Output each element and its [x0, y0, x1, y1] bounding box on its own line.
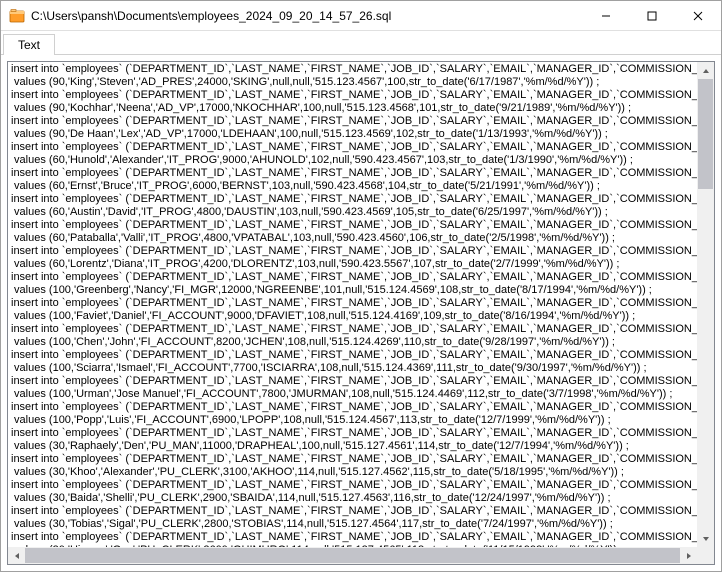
sql-line: values (90,'King','Steven','AD_PRES',240… [11, 76, 694, 89]
sql-line: insert into `employees` (`DEPARTMENT_ID`… [11, 375, 694, 388]
sql-line: insert into `employees` (`DEPARTMENT_ID`… [11, 245, 694, 258]
sql-line: insert into `employees` (`DEPARTMENT_ID`… [11, 271, 694, 284]
sql-line: values (30,'Raphaely','Den','PU_MAN',110… [11, 440, 694, 453]
sql-line: values (100,'Urman','Jose Manuel','FI_AC… [11, 388, 694, 401]
sql-line: insert into `employees` (`DEPARTMENT_ID`… [11, 427, 694, 440]
sql-line: values (100,'Popp','Luis','FI_ACCOUNT',6… [11, 414, 694, 427]
window: C:\Users\pansh\Documents\employees_2024_… [0, 0, 722, 572]
sql-line: insert into `employees` (`DEPARTMENT_ID`… [11, 63, 694, 76]
sql-line: values (100,'Faviet','Daniel','FI_ACCOUN… [11, 310, 694, 323]
sql-line: insert into `employees` (`DEPARTMENT_ID`… [11, 323, 694, 336]
maximize-button[interactable] [629, 1, 675, 30]
scrollbar-corner [697, 547, 714, 564]
sql-line: values (60,'Hunold','Alexander','IT_PROG… [11, 154, 694, 167]
sql-line: insert into `employees` (`DEPARTMENT_ID`… [11, 115, 694, 128]
close-button[interactable] [675, 1, 721, 30]
sql-line: values (30,'Tobias','Sigal','PU_CLERK',2… [11, 518, 694, 531]
sql-line: insert into `employees` (`DEPARTMENT_ID`… [11, 297, 694, 310]
sql-line: values (30,'Baida','Shelli','PU_CLERK',2… [11, 492, 694, 505]
tab-text[interactable]: Text [3, 34, 55, 55]
sql-line: values (60,'Austin','David','IT_PROG',48… [11, 206, 694, 219]
horizontal-scrollbar[interactable] [8, 547, 697, 564]
scroll-up-button[interactable] [697, 62, 714, 79]
sql-line: values (100,'Chen','John','FI_ACCOUNT',8… [11, 336, 694, 349]
sql-line: values (60,'Lorentz','Diana','IT_PROG',4… [11, 258, 694, 271]
sql-line: insert into `employees` (`DEPARTMENT_ID`… [11, 219, 694, 232]
sql-line: insert into `employees` (`DEPARTMENT_ID`… [11, 505, 694, 518]
window-title: C:\Users\pansh\Documents\employees_2024_… [31, 9, 583, 23]
sql-line: insert into `employees` (`DEPARTMENT_ID`… [11, 401, 694, 414]
app-icon [9, 8, 25, 24]
sql-line: insert into `employees` (`DEPARTMENT_ID`… [11, 141, 694, 154]
sql-line: values (90,'De Haan','Lex','AD_VP',17000… [11, 128, 694, 141]
horizontal-scroll-thumb[interactable] [25, 548, 705, 563]
scroll-right-button[interactable] [680, 547, 697, 564]
sql-line: values (30,'Khoo','Alexander','PU_CLERK'… [11, 466, 694, 479]
sql-line: insert into `employees` (`DEPARTMENT_ID`… [11, 167, 694, 180]
minimize-button[interactable] [583, 1, 629, 30]
window-controls [583, 1, 721, 30]
sql-line: values (60,'Pataballa','Valli','IT_PROG'… [11, 232, 694, 245]
titlebar[interactable]: C:\Users\pansh\Documents\employees_2024_… [1, 1, 721, 31]
sql-line: insert into `employees` (`DEPARTMENT_ID`… [11, 349, 694, 362]
sql-line: insert into `employees` (`DEPARTMENT_ID`… [11, 193, 694, 206]
content-area: insert into `employees` (`DEPARTMENT_ID`… [1, 55, 721, 571]
vertical-scroll-thumb[interactable] [698, 79, 713, 189]
sql-line: insert into `employees` (`DEPARTMENT_ID`… [11, 89, 694, 102]
scroll-down-button[interactable] [697, 530, 714, 547]
sql-text[interactable]: insert into `employees` (`DEPARTMENT_ID`… [8, 62, 697, 547]
sql-line: values (60,'Ernst','Bruce','IT_PROG',600… [11, 180, 694, 193]
scroll-left-button[interactable] [8, 547, 25, 564]
tab-strip: Text [1, 31, 721, 55]
sql-line: values (100,'Sciarra','Ismael','FI_ACCOU… [11, 362, 694, 375]
sql-line: insert into `employees` (`DEPARTMENT_ID`… [11, 479, 694, 492]
text-pane[interactable]: insert into `employees` (`DEPARTMENT_ID`… [7, 61, 715, 565]
sql-line: insert into `employees` (`DEPARTMENT_ID`… [11, 531, 694, 544]
sql-line: values (90,'Kochhar','Neena','AD_VP',170… [11, 102, 694, 115]
sql-line: insert into `employees` (`DEPARTMENT_ID`… [11, 453, 694, 466]
vertical-scrollbar[interactable] [697, 62, 714, 547]
sql-line: values (100,'Greenberg','Nancy','FI_MGR'… [11, 284, 694, 297]
